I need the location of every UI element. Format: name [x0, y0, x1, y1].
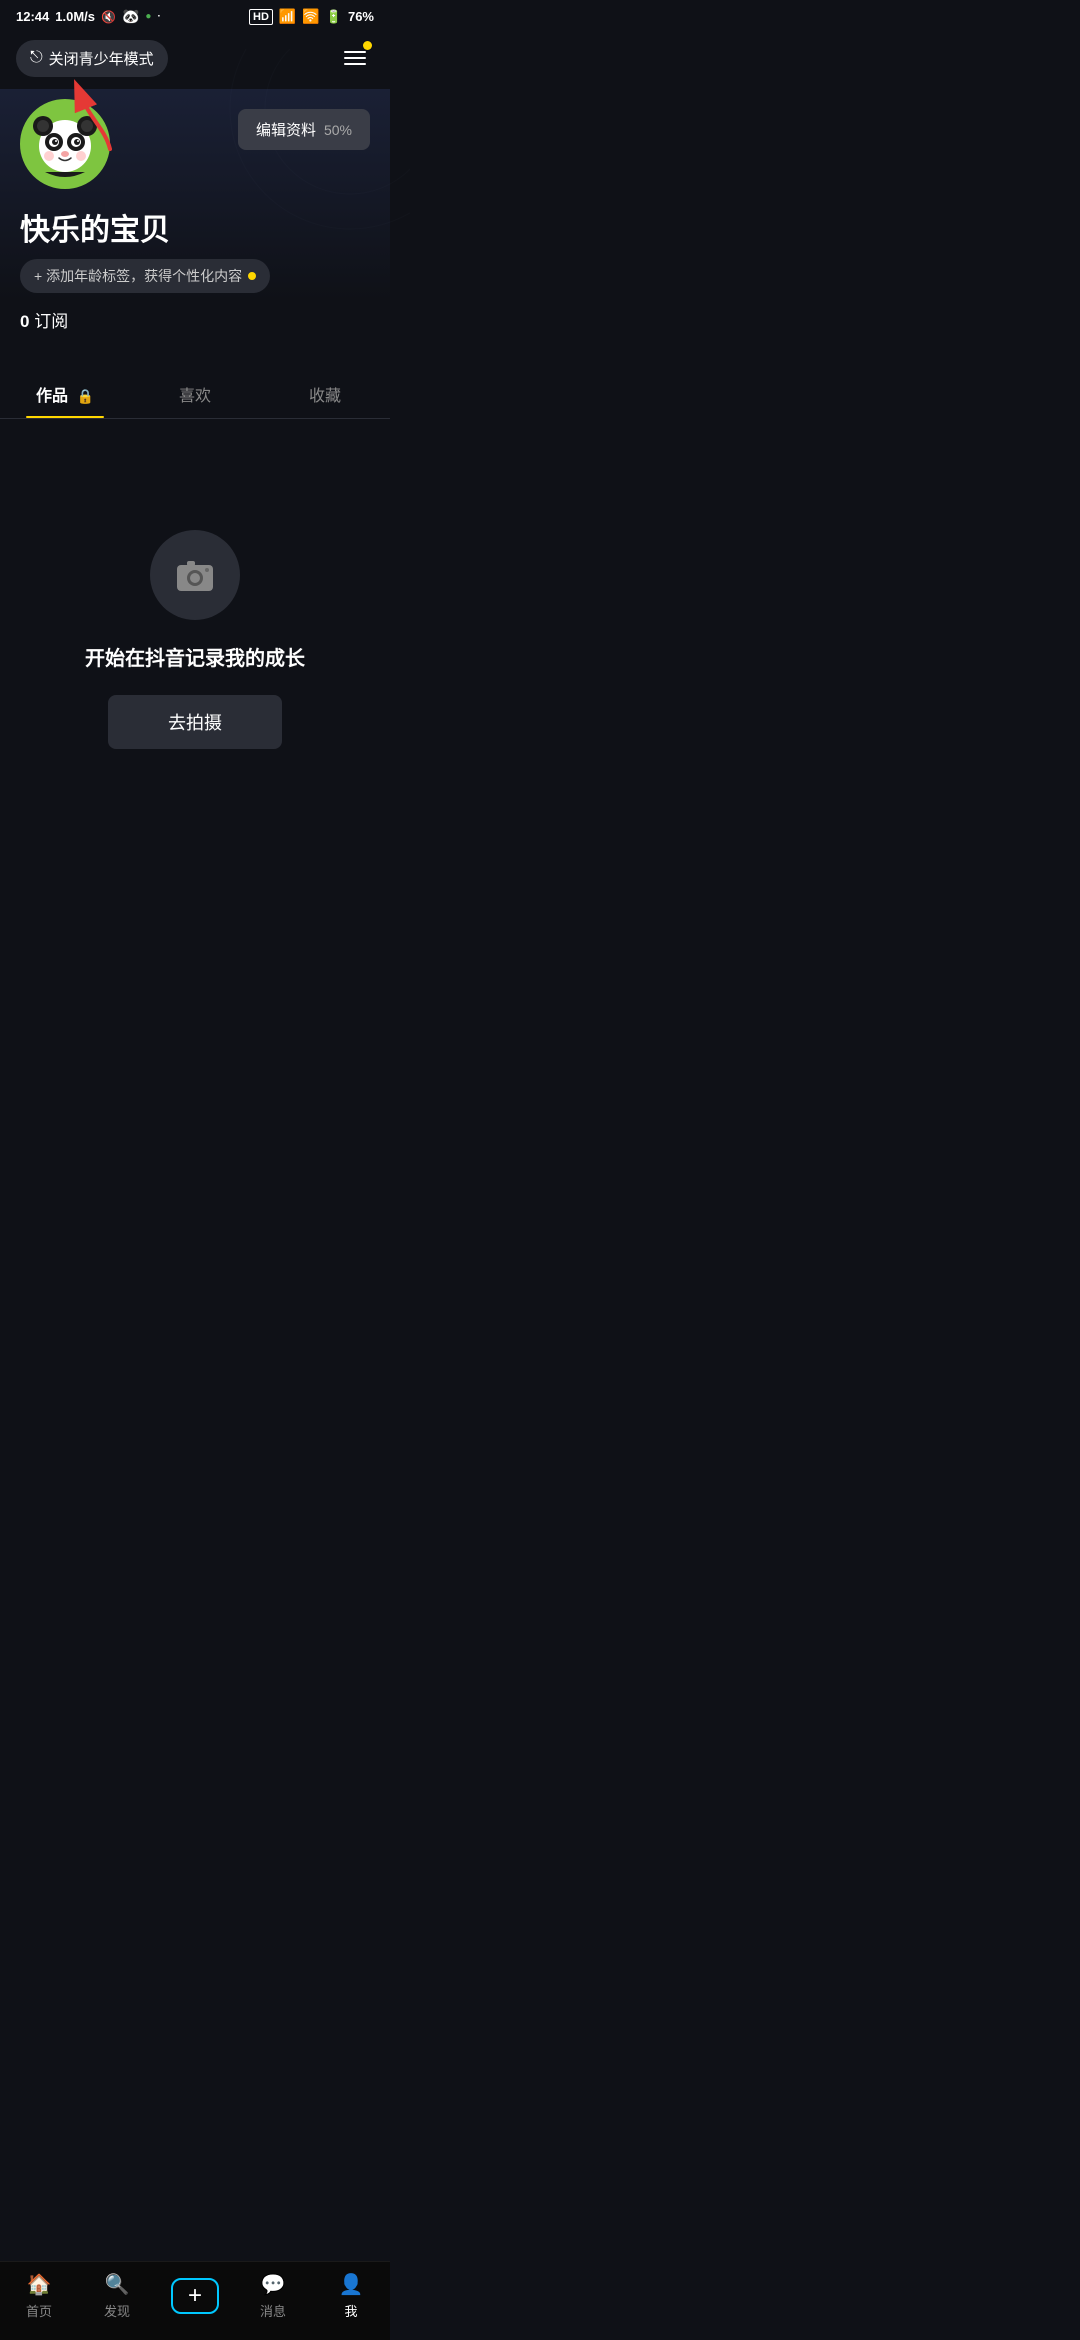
shoot-button[interactable]: 去拍摄 — [108, 695, 282, 749]
edit-profile-label: 编辑资料 — [256, 119, 316, 140]
speed: 1.0M/s — [55, 9, 95, 24]
nav-discover-label: 发现 — [104, 2301, 130, 2320]
menu-button[interactable] — [336, 39, 374, 77]
shoot-label: 去拍摄 — [168, 713, 222, 733]
subscription-text: 订阅 — [34, 312, 68, 331]
youth-mode-icon: ⎋ — [30, 49, 43, 67]
tabs-bar: 作品 🔒 喜欢 收藏 — [0, 368, 390, 419]
time: 12:44 — [16, 9, 49, 24]
age-tag-button[interactable]: + 添加年龄标签，获得个性化内容 — [20, 259, 270, 293]
subscriptions: 0 订阅 — [20, 307, 370, 332]
status-left: 12:44 1.0M/s 🔇 🐼 ● · — [16, 8, 161, 25]
plus-icon: + — [188, 2282, 202, 2310]
profile-top: 编辑资料 50% — [20, 99, 370, 189]
tab-favorites[interactable]: 收藏 — [260, 368, 390, 418]
wifi-icon: 🛜 — [302, 8, 319, 25]
youth-mode-label: 关闭青少年模式 — [49, 48, 154, 69]
messages-icon: 💬 — [261, 2272, 286, 2297]
nav-home-label: 首页 — [26, 2301, 52, 2320]
app-icon: 🐼 — [122, 8, 139, 25]
subscription-count: 0 — [20, 312, 29, 331]
camera-circle — [150, 530, 240, 620]
battery-icon: 🔋 — [326, 9, 342, 25]
hamburger-icon — [344, 51, 366, 65]
dot-icon: ● — [145, 11, 151, 22]
me-icon: 👤 — [339, 2272, 364, 2297]
age-tag-label: + 添加年龄标签，获得个性化内容 — [34, 266, 242, 286]
age-tag-dot — [248, 272, 256, 280]
discover-icon: 🔍 — [105, 2272, 130, 2297]
edit-profile-percent: 50% — [324, 122, 352, 138]
tab-likes-label: 喜欢 — [179, 388, 211, 405]
nav-plus[interactable]: + — [156, 2278, 234, 2314]
tab-works[interactable]: 作品 🔒 — [0, 368, 130, 418]
nav-me-label: 我 — [344, 2301, 357, 2320]
nav-discover[interactable]: 🔍 发现 — [78, 2272, 156, 2320]
plus-button[interactable]: + — [171, 2278, 219, 2314]
signal-bars-icon: 📶 — [279, 8, 296, 25]
home-icon: 🏠 — [27, 2272, 52, 2297]
lock-icon: 🔒 — [77, 388, 94, 404]
dot2-icon: · — [157, 11, 160, 22]
empty-title: 开始在抖音记录我的成长 — [85, 642, 305, 671]
profile-section: 编辑资料 50% 快乐的宝贝 + 添加年龄标签，获得个性化内容 0 订阅 — [0, 89, 390, 368]
battery-percent: 76% — [348, 9, 374, 24]
hd-badge: HD — [249, 9, 273, 25]
tab-likes[interactable]: 喜欢 — [130, 368, 260, 418]
bottom-nav: 🏠 首页 🔍 发现 + 💬 消息 👤 我 — [0, 2261, 390, 2340]
nav-messages[interactable]: 💬 消息 — [234, 2272, 312, 2320]
avatar[interactable] — [20, 99, 110, 189]
content-area: 开始在抖音记录我的成长 去拍摄 — [0, 439, 390, 819]
username: 快乐的宝贝 — [20, 205, 370, 249]
tab-works-label: 作品 — [36, 388, 68, 405]
top-nav: ⎋ 关闭青少年模式 — [0, 31, 390, 89]
status-right: HD 📶 🛜 🔋 76% — [249, 8, 374, 25]
nav-messages-label: 消息 — [260, 2301, 286, 2320]
edit-profile-button[interactable]: 编辑资料 50% — [238, 109, 370, 150]
nav-home[interactable]: 🏠 首页 — [0, 2272, 78, 2320]
nav-me[interactable]: 👤 我 — [312, 2272, 390, 2320]
tab-favorites-label: 收藏 — [309, 388, 341, 405]
signal-icon: 🔇 — [101, 10, 116, 24]
menu-notification-dot — [363, 41, 372, 50]
camera-icon — [173, 553, 217, 597]
status-bar: 12:44 1.0M/s 🔇 🐼 ● · HD 📶 🛜 🔋 76% — [0, 0, 390, 31]
youth-mode-button[interactable]: ⎋ 关闭青少年模式 — [16, 40, 168, 77]
profile-background: 编辑资料 50% 快乐的宝贝 + 添加年龄标签，获得个性化内容 0 订阅 作品 … — [0, 89, 390, 439]
